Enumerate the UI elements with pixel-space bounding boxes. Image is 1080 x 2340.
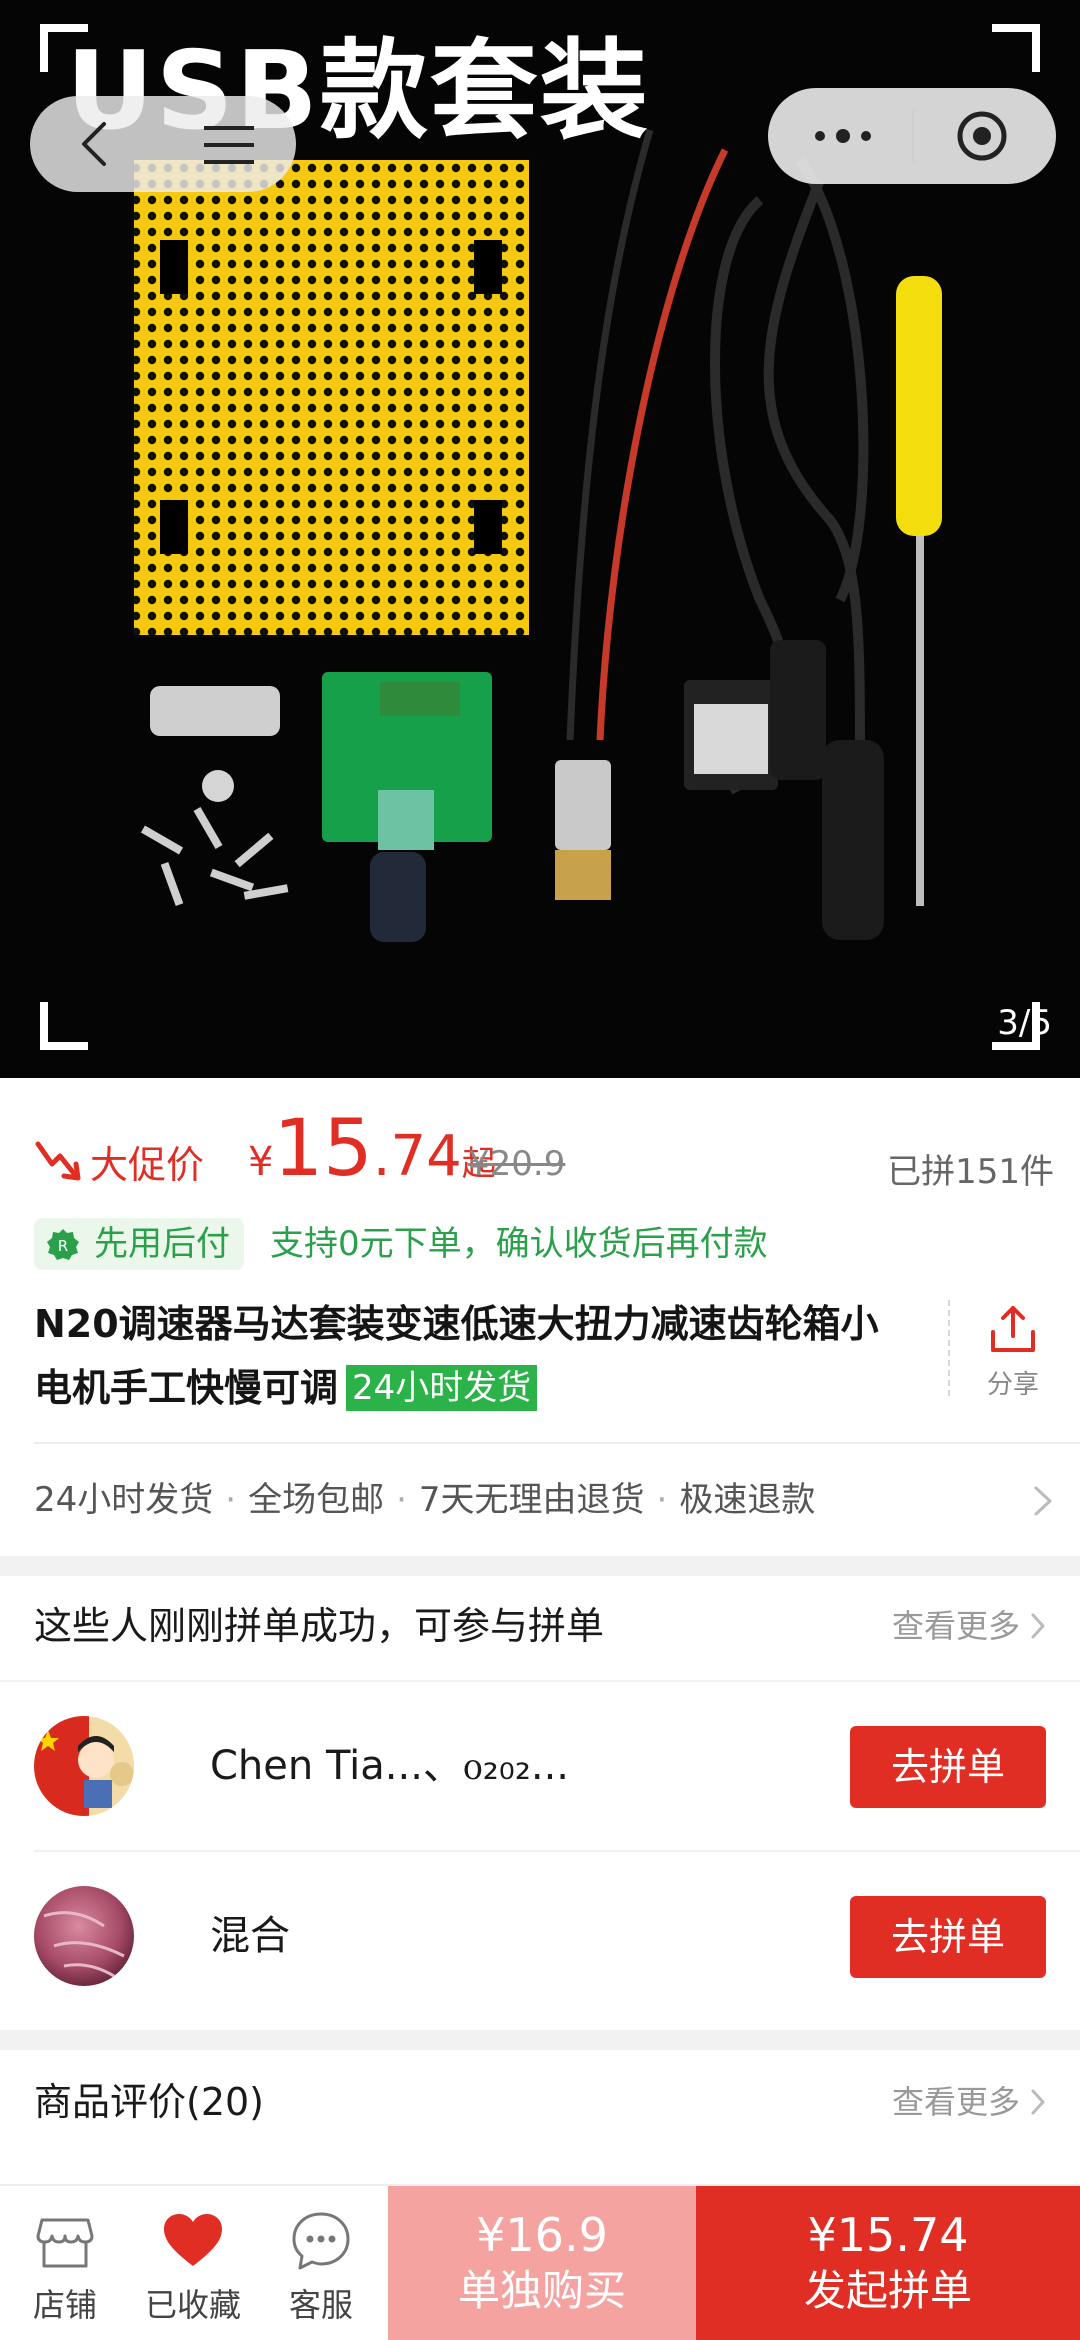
nav-capsule-left	[30, 96, 296, 192]
frame-corner	[40, 1002, 88, 1050]
divider	[34, 1850, 1080, 1852]
nav-capsule-right	[768, 88, 1056, 184]
price-drop-icon	[35, 1141, 81, 1181]
product-title: N20调速器马达套装变速低速大扭力减速齿轮箱小电机手工快慢可调 24小时发货	[34, 1292, 914, 1420]
more-icon[interactable]	[808, 118, 878, 154]
group-buy-title: 这些人刚刚拼单成功，可参与拼单	[34, 1604, 605, 1648]
divider	[34, 1442, 1080, 1444]
store-label: 店铺	[32, 2286, 97, 2324]
frame-corner	[992, 24, 1040, 72]
avatar	[34, 1886, 134, 1986]
join-group-button[interactable]: 去拼单	[850, 1896, 1046, 1978]
image-counter: 3/5	[997, 1003, 1052, 1043]
back-icon[interactable]	[68, 116, 124, 172]
pay-later-badge: R 先用后付	[34, 1218, 244, 1270]
reviews-see-more-link[interactable]: 查看更多	[892, 2072, 1046, 2132]
heart-icon	[164, 2214, 222, 2266]
frame-corner	[40, 24, 88, 72]
favorite-tab[interactable]: 已收藏	[138, 2210, 248, 2326]
buy-alone-button[interactable]: ¥16.9 单独购买	[388, 2186, 696, 2340]
svg-text:R: R	[58, 1237, 68, 1255]
group-buy-price: ¥15.74	[807, 2208, 969, 2262]
pay-later-description: 支持0元下单，确认收货后再付款	[270, 1224, 768, 1264]
store-tab[interactable]: 店铺	[10, 2210, 120, 2326]
reviews-header: 商品评价(20) 查看更多	[34, 2072, 1046, 2132]
buy-alone-label: 单独购买	[457, 2266, 626, 2315]
store-icon	[36, 2218, 94, 2268]
group-member-name: Chen Tia...、ᦞ₂₀₂...	[210, 1743, 570, 1789]
group-buy-item: 混合 去拼单	[34, 1876, 1046, 1996]
pay-later-icon: R	[47, 1229, 79, 1260]
group-buy-label: 发起拼单	[803, 2266, 972, 2315]
menu-icon[interactable]	[200, 120, 260, 170]
customer-service-label: 客服	[288, 2286, 353, 2324]
group-member-name: 混合	[210, 1913, 290, 1959]
start-group-buy-button[interactable]: ¥15.74 发起拼单	[696, 2186, 1080, 2340]
service-item: 24小时发货	[34, 1480, 214, 1520]
chevron-right-icon	[1034, 1486, 1052, 1516]
price-row: 大促价 ¥15.74起 ¥20.9 已拼151件	[34, 1110, 1054, 1210]
shipping-tag: 24小时发货	[346, 1365, 538, 1411]
chevron-right-icon	[1031, 2089, 1045, 2115]
pay-later-row[interactable]: R 先用后付 支持0元下单，确认收货后再付款	[34, 1218, 1054, 1274]
chat-icon	[292, 2212, 350, 2270]
original-price: ¥20.9	[468, 1144, 566, 1184]
group-buy-header: 这些人刚刚拼单成功，可参与拼单 查看更多	[34, 1596, 1046, 1656]
current-price: ¥15.74起	[248, 1104, 496, 1194]
service-item: 7天无理由退货	[418, 1480, 645, 1520]
product-image-carousel[interactable]: USB款套装 3/5	[0, 0, 1080, 1078]
section-gap	[0, 2030, 1080, 2050]
avatar	[34, 1716, 134, 1816]
service-guarantees[interactable]: 24小时发货 · 全场包邮 · 7天无理由退货 · 极速退款	[34, 1470, 1054, 1530]
share-label: 分享	[986, 1370, 1039, 1400]
join-group-button[interactable]: 去拼单	[850, 1726, 1046, 1808]
favorite-label: 已收藏	[144, 2286, 241, 2324]
chevron-right-icon	[1031, 1613, 1045, 1639]
group-buy-item: Chen Tia...、ᦞ₂₀₂... 去拼单	[34, 1706, 1046, 1826]
customer-service-tab[interactable]: 客服	[266, 2210, 376, 2326]
bottom-action-bar: 店铺 已收藏 客服 ¥16.9 单独购买 ¥15.74 发起拼单	[0, 2184, 1080, 2340]
group-see-more-link[interactable]: 查看更多	[892, 1596, 1046, 1656]
service-item: 全场包邮	[248, 1480, 385, 1520]
buy-alone-price: ¥16.9	[476, 2208, 608, 2262]
close-miniprogram-icon[interactable]	[954, 108, 1010, 164]
reviews-title: 商品评价(20)	[34, 2080, 265, 2124]
promo-price-label: 大促价	[90, 1143, 205, 1187]
divider	[0, 1680, 1080, 1682]
share-button[interactable]: 分享	[978, 1302, 1048, 1401]
section-gap	[0, 1556, 1080, 1576]
service-item: 极速退款	[679, 1480, 816, 1520]
share-icon	[991, 1306, 1035, 1352]
capsule-divider	[912, 110, 914, 162]
share-divider	[948, 1300, 950, 1396]
sold-count: 已拼151件	[887, 1152, 1054, 1192]
